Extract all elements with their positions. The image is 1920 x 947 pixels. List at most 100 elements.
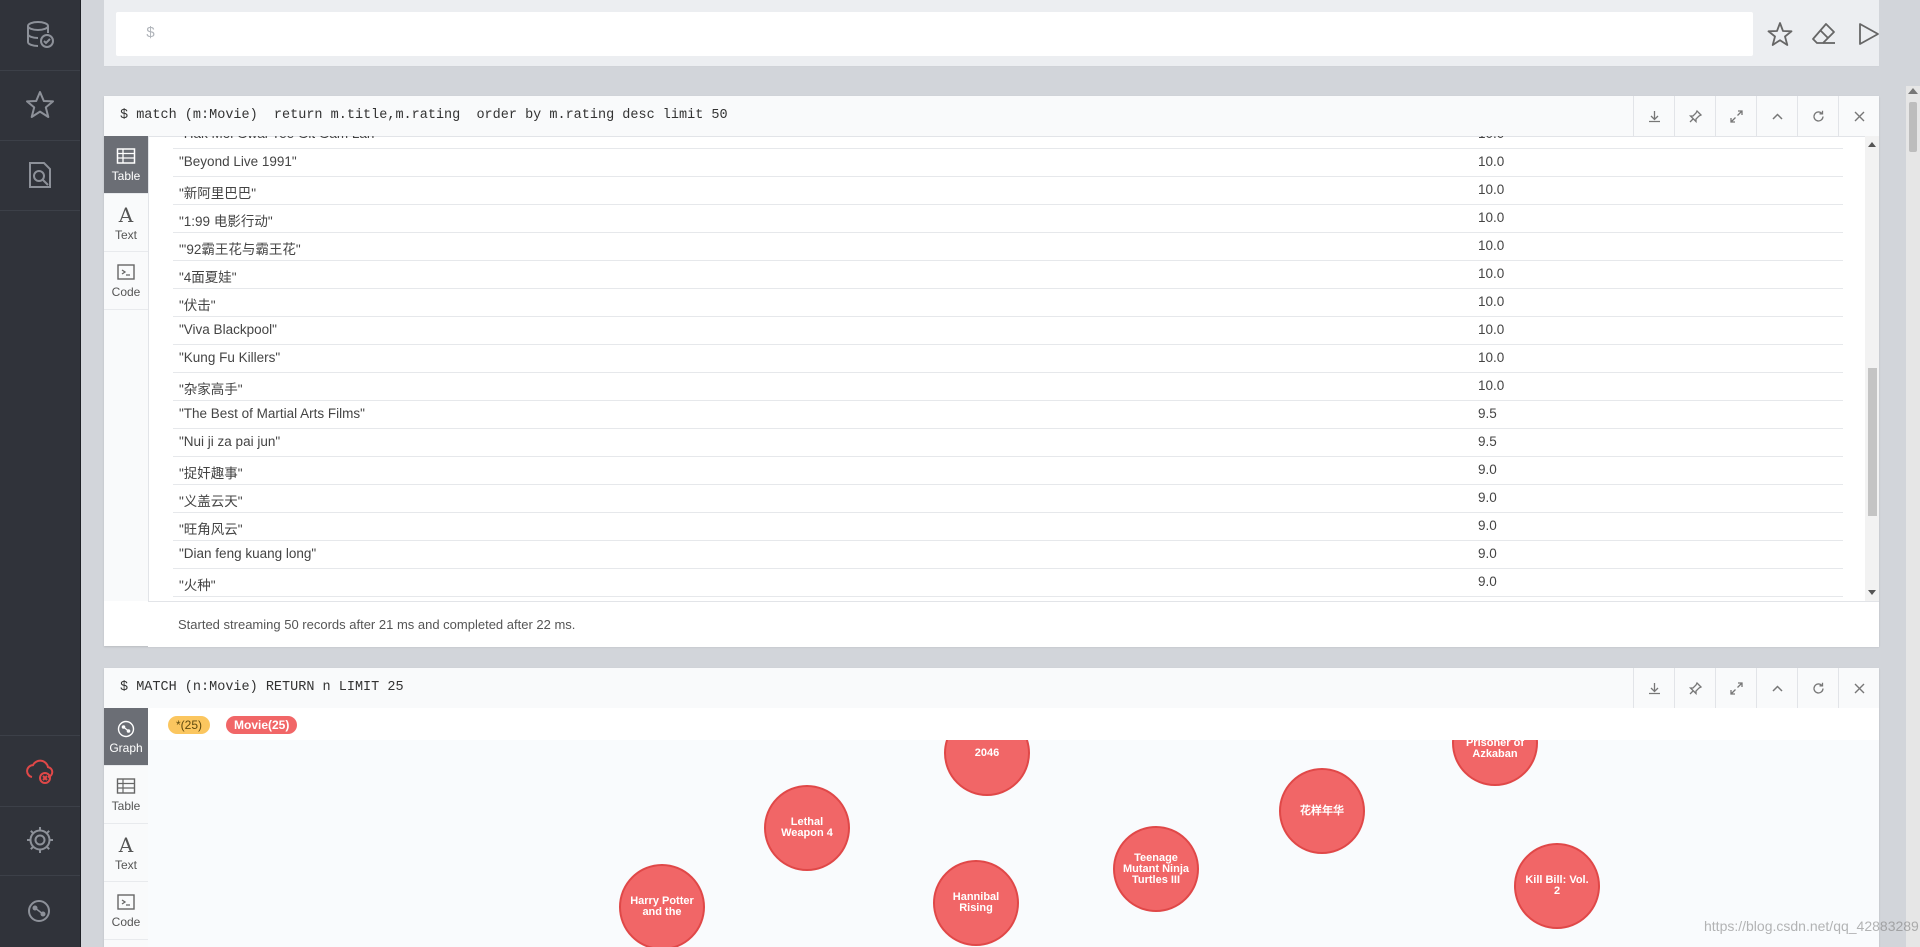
run-query-button[interactable] — [1852, 18, 1884, 50]
cell-rating: 10.0 — [1478, 238, 1505, 253]
frame-header: $ MATCH (n:Movie) RETURN n LIMIT 25 — [104, 668, 1879, 709]
pin-button[interactable] — [1674, 668, 1715, 708]
graph-node[interactable]: Hannibal Rising — [933, 860, 1019, 946]
graph-node[interactable]: Lethal Weapon 4 — [764, 785, 850, 871]
frame-actions — [1633, 96, 1879, 136]
refresh-icon — [1812, 110, 1824, 122]
legend-pill-movie[interactable]: Movie(25) — [226, 716, 298, 734]
star-icon — [1767, 22, 1793, 46]
code-icon — [117, 894, 135, 910]
frame-query-text[interactable]: $ match (m:Movie) return m.title,m.ratin… — [120, 108, 728, 123]
cell-rating: 9.5 — [1478, 434, 1497, 449]
graph-node[interactable]: Harry Potter and the — [619, 864, 705, 947]
rerun-button[interactable] — [1797, 668, 1838, 708]
sidebar-item-about[interactable] — [0, 875, 80, 945]
sidebar-item-settings[interactable] — [0, 805, 80, 876]
table-row: "杂家高手" 10.0 — [173, 373, 1843, 401]
close-icon — [1854, 111, 1864, 121]
table-row: "Kung Fu Killers" 10.0 — [173, 345, 1843, 373]
download-button[interactable] — [1633, 668, 1674, 708]
expand-icon — [1729, 109, 1743, 123]
table-row: "Dian feng kuang long" 9.0 — [173, 541, 1843, 569]
cell-rating: 10.0 — [1478, 322, 1505, 337]
collapse-button[interactable] — [1756, 668, 1797, 708]
sidebar-item-documents[interactable] — [0, 140, 80, 211]
graph-result-frame: $ MATCH (n:Movie) RETURN n LIMIT 25 Grap… — [104, 668, 1879, 947]
tab-text[interactable]: A Text — [104, 824, 148, 882]
close-frame-button[interactable] — [1838, 668, 1879, 708]
table-row: "Nui ji za pai jun" 9.5 — [173, 429, 1843, 457]
cell-rating: 10.0 — [1478, 210, 1505, 225]
favorite-query-button[interactable] — [1764, 18, 1796, 50]
text-icon: A — [118, 202, 134, 227]
collapse-button[interactable] — [1756, 96, 1797, 136]
cell-rating: 10.0 — [1478, 294, 1505, 309]
disconnected-cloud-icon — [26, 759, 54, 784]
cell-rating: 9.0 — [1478, 574, 1497, 589]
table-scrollbar[interactable] — [1865, 136, 1879, 601]
refresh-icon — [1812, 682, 1824, 694]
database-icon — [27, 21, 54, 48]
pin-icon — [1688, 109, 1702, 123]
graph-node[interactable]: 花样年华 — [1279, 768, 1365, 854]
cell-title: "Dian feng kuang long" — [179, 546, 317, 561]
chevron-up-icon — [1771, 684, 1783, 692]
result-table-body: "Hak Moi Gwai Yee Git Gam Lan"10.0"Beyon… — [173, 136, 1843, 601]
graph-canvas[interactable]: 2046 and the Prisoner of Azkaban Lethal … — [148, 740, 1879, 947]
watermark-text: https://blog.csdn.net/qq_42883289 — [1704, 918, 1919, 934]
scroll-up-arrow-icon[interactable] — [1908, 88, 1918, 94]
table-icon — [116, 148, 136, 164]
sidebar-item-favorites[interactable] — [0, 70, 80, 141]
sidebar-item-connection-status[interactable] — [0, 735, 80, 807]
table-row: "捉奸趣事" 9.0 — [173, 457, 1843, 485]
cell-rating: 9.0 — [1478, 490, 1497, 505]
cell-rating: 9.0 — [1478, 518, 1497, 533]
scroll-down-arrow-icon[interactable] — [1868, 590, 1876, 595]
table-row: "4面夏娃" 10.0 — [173, 261, 1843, 289]
result-status-bar: Started streaming 50 records after 21 ms… — [148, 601, 1879, 647]
sidebar-item-database[interactable] — [0, 0, 80, 71]
tab-label: Table — [111, 799, 141, 813]
graph-node[interactable]: 2046 — [944, 740, 1030, 796]
eraser-icon — [1812, 23, 1835, 44]
cell-title: "伏击" — [179, 298, 216, 313]
rerun-button[interactable] — [1797, 96, 1838, 136]
table-scrollbar-thumb[interactable] — [1868, 368, 1877, 516]
query-input[interactable]: $ — [116, 12, 1753, 56]
close-frame-button[interactable] — [1838, 96, 1879, 136]
cell-title: "Hak Moi Gwai Yee Git Gam Lan" — [179, 136, 379, 141]
graph-node[interactable]: Teenage Mutant Ninja Turtles III — [1113, 826, 1199, 912]
cell-rating: 10.0 — [1478, 136, 1504, 141]
tab-label: Code — [111, 915, 141, 929]
table-row: "1:99 电影行动" 10.0 — [173, 205, 1843, 233]
table-row: "火种" 9.0 — [173, 569, 1843, 597]
result-table: "Hak Moi Gwai Yee Git Gam Lan"10.0"Beyon… — [148, 136, 1865, 601]
cell-title: "旺角风云" — [179, 522, 243, 537]
fullscreen-button[interactable] — [1715, 96, 1756, 136]
download-icon — [1648, 682, 1660, 694]
table-row: "Viva Blackpool" 10.0 — [173, 317, 1843, 345]
page-scrollbar[interactable] — [1906, 86, 1920, 947]
graph-node[interactable]: Kill Bill: Vol. 2 — [1514, 843, 1600, 929]
scroll-up-arrow-icon[interactable] — [1868, 142, 1876, 147]
tab-table[interactable]: Table — [104, 136, 148, 194]
legend-pill-all-nodes[interactable]: *(25) — [168, 716, 211, 734]
tab-code[interactable]: Code — [104, 252, 148, 310]
cell-title: "义盖云天" — [179, 494, 243, 509]
table-row: "Hak Moi Gwai Yee Git Gam Lan" 10.0 — [173, 136, 1843, 149]
tab-table[interactable]: Table — [104, 766, 148, 824]
page-scrollbar-thumb[interactable] — [1909, 102, 1917, 152]
tab-code[interactable]: Code — [104, 882, 148, 940]
clear-editor-button[interactable] — [1808, 18, 1840, 50]
table-icon — [116, 778, 136, 794]
cell-title: "杂家高手" — [179, 382, 243, 397]
frame-query-text[interactable]: $ MATCH (n:Movie) RETURN n LIMIT 25 — [120, 680, 404, 695]
cell-title: "Nui ji za pai jun" — [179, 434, 281, 449]
pin-button[interactable] — [1674, 96, 1715, 136]
tab-label: Text — [114, 857, 137, 872]
tab-text[interactable]: A Text — [104, 194, 148, 252]
graph-node[interactable]: and the Prisoner of Azkaban — [1452, 740, 1538, 786]
fullscreen-button[interactable] — [1715, 668, 1756, 708]
tab-graph[interactable]: Graph — [104, 708, 148, 766]
download-button[interactable] — [1633, 96, 1674, 136]
